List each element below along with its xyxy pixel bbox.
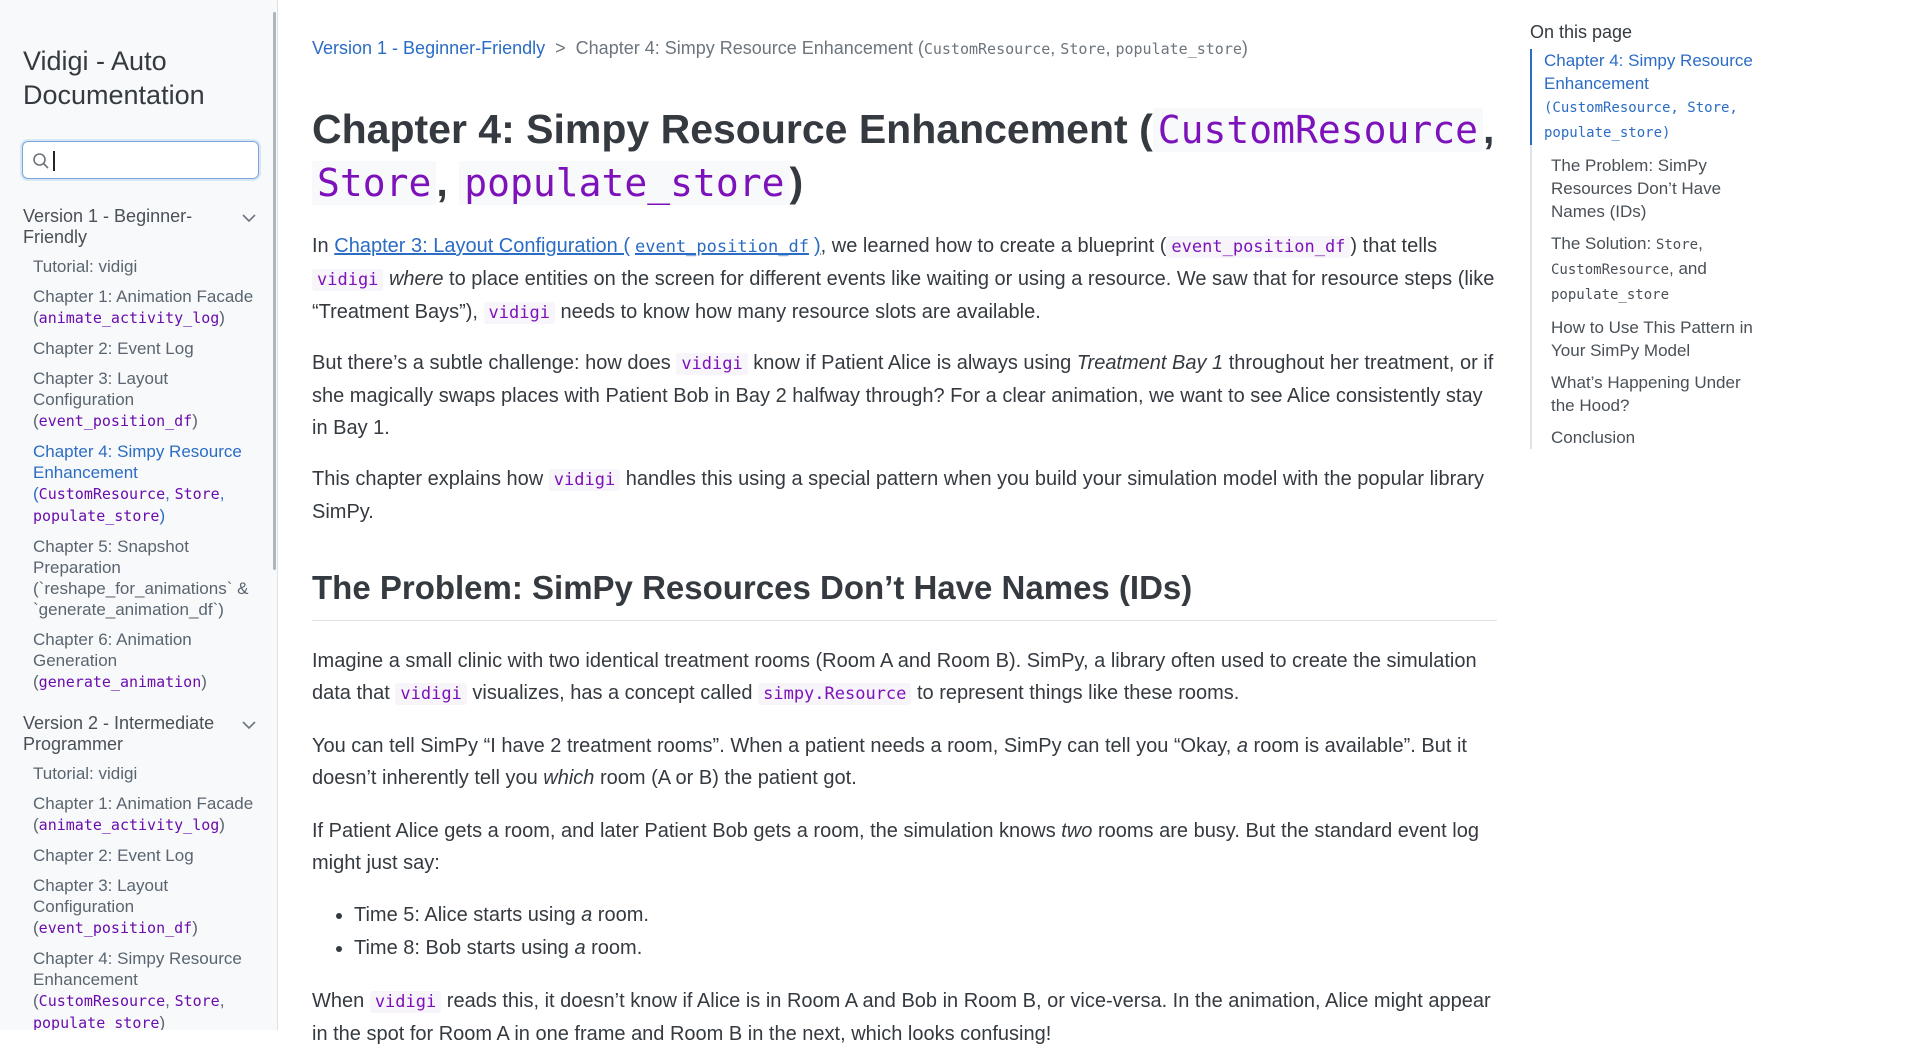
toc-item-under-the-hood[interactable]: What’s Happening Under the Hood? [1532,371,1762,417]
toc-item-chapter-4[interactable]: Chapter 4: Simpy Resource Enhancement (C… [1530,49,1760,145]
sidebar-item-chapter-5[interactable]: Chapter 5: Snapshot Preparation (`reshap… [23,536,263,620]
breadcrumb-separator: > [555,38,566,58]
event-log-list: Time 5: Alice starts using a room. Time … [312,899,649,965]
paragraph-intro: In Chapter 3: Layout Configuration (even… [312,235,1495,324]
sidebar-item-chapter-4[interactable]: Chapter 4: Simpy Resource Enhancement (C… [23,441,263,527]
search-box[interactable] [22,141,259,179]
sidebar: Vidigi - Auto Documentation Version 1 - … [0,0,278,1030]
breadcrumb-link[interactable]: Version 1 - Beginner-Friendly [312,38,545,58]
nav-section-title[interactable]: Version 2 - Intermediate Programmer [23,713,256,755]
list-item: Time 5: Alice starts using a room. [354,899,649,932]
paragraph-challenge: But there’s a subtle challenge: how does… [312,352,1494,439]
search-input[interactable] [59,146,249,174]
sidebar-item-chapter-4[interactable]: Chapter 4: Simpy Resource Enhancement (C… [23,948,263,1030]
toc-item-conclusion[interactable]: Conclusion [1532,426,1762,449]
paragraph-clinic: Imagine a small clinic with two identica… [312,650,1477,705]
breadcrumb: Version 1 - Beginner-Friendly > Chapter … [312,38,1248,59]
sidebar-item-chapter-3[interactable]: Chapter 3: Layout Configuration (event_p… [23,875,263,939]
breadcrumb-current: Chapter 4: Simpy Resource Enhancement (C… [575,38,1248,58]
toc-item-how-to-use[interactable]: How to Use This Pattern in Your SimPy Mo… [1532,316,1762,362]
sidebar-item-chapter-3[interactable]: Chapter 3: Layout Configuration (event_p… [23,368,263,432]
sidebar-item-chapter-2[interactable]: Chapter 2: Event Log [23,338,263,359]
sidebar-item-chapter-2[interactable]: Chapter 2: Event Log [23,845,263,866]
paragraph-simpy-rooms: You can tell SimPy “I have 2 treatment r… [312,735,1467,789]
nav-section-title-label: Version 1 - Beginner-Friendly [23,206,193,247]
table-of-contents: On this page Chapter 4: Simpy Resource E… [1530,22,1780,458]
nav-section-version-2: Version 2 - Intermediate Programmer Tuto… [23,713,263,1030]
sidebar-item-chapter-6[interactable]: Chapter 6: Animation Generation (generat… [23,629,263,693]
toc-list: Chapter 4: Simpy Resource Enhancement (C… [1530,49,1780,449]
toc-title: On this page [1530,22,1633,42]
sidebar-item-chapter-1[interactable]: Chapter 1: Animation Facade (animate_act… [23,793,263,836]
nav-section-version-1: Version 1 - Beginner-Friendly Tutorial: … [23,206,263,702]
sidebar-item-tutorial[interactable]: Tutorial: vidigi [23,256,263,277]
site-title[interactable]: Vidigi - Auto Documentation [23,44,263,112]
nav-section-title[interactable]: Version 1 - Beginner-Friendly [23,206,256,248]
sidebar-item-chapter-1[interactable]: Chapter 1: Animation Facade (animate_act… [23,286,263,329]
sidebar-item-tutorial[interactable]: Tutorial: vidigi [23,763,263,784]
paragraph-event-log: If Patient Alice gets a room, and later … [312,820,1479,874]
text-cursor [53,151,55,171]
toc-item-solution[interactable]: The Solution: Store, CustomResource, and… [1532,232,1762,307]
section-heading-problem: The Problem: SimPy Resources Don’t Have … [312,566,1497,621]
page-title: Chapter 4: Simpy Resource Enhancement (C… [312,106,1495,205]
nav-section-title-label: Version 2 - Intermediate Programmer [23,713,215,754]
chevron-down-icon[interactable] [242,214,256,223]
list-item: Time 8: Bob starts using a room. [354,932,649,965]
chevron-down-icon[interactable] [242,721,256,730]
sidebar-scrollbar[interactable] [273,12,276,570]
search-icon [33,153,49,169]
chapter-3-link[interactable]: Chapter 3: Layout Configuration (event_p… [334,235,820,257]
paragraph-chapter-explains: This chapter explains how vidigi handles… [312,468,1485,523]
paragraph-vidigi-reads: When vidigi reads this, it doesn’t know … [312,990,1491,1045]
toc-item-problem[interactable]: The Problem: SimPy Resources Don’t Have … [1532,154,1762,223]
